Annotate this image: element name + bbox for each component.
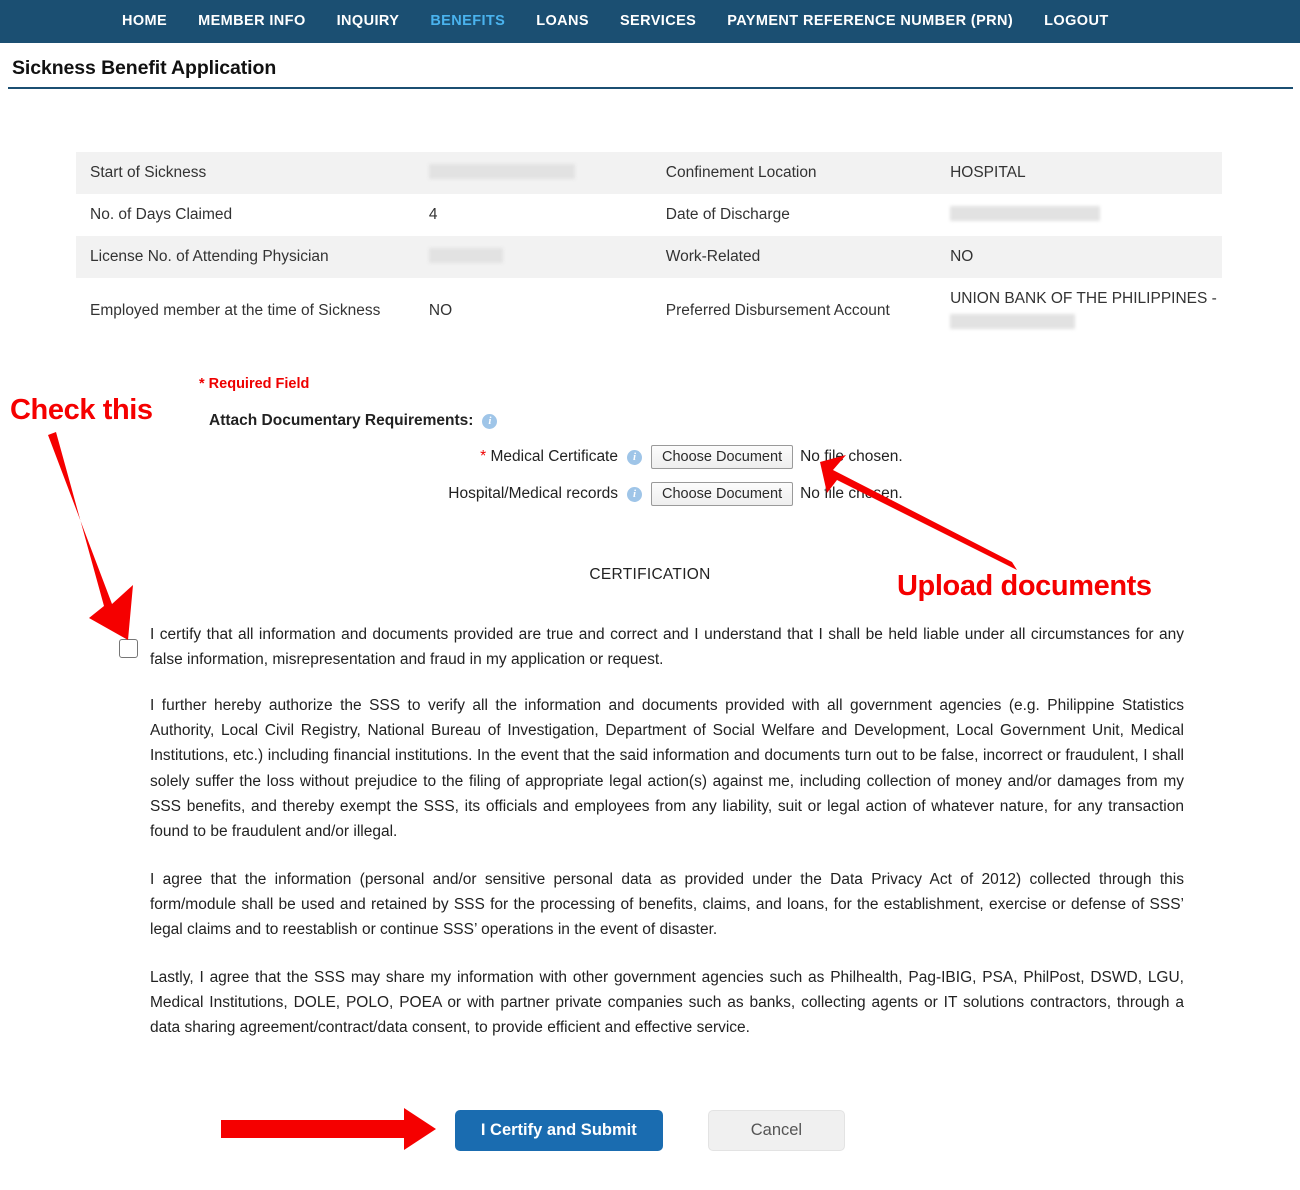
cell-value-confinement-location: HOSPITAL — [936, 152, 1222, 195]
certification-body: I certify that all information and docum… — [119, 622, 1184, 1064]
attachment-label-hospital-medical-records: Hospital/Medical records — [418, 485, 627, 503]
certification-checkbox[interactable] — [119, 639, 138, 658]
info-icon[interactable]: i — [627, 486, 642, 502]
top-navigation-bar: HOME MEMBER INFO INQUIRY BENEFITS LOANS … — [0, 0, 1300, 43]
cell-label-preferred-disbursement-account: Preferred Disbursement Account — [665, 302, 890, 320]
arrow-upload-documents — [820, 455, 1017, 570]
choose-document-button-medical-certificate[interactable]: Choose Document — [651, 445, 794, 469]
attachment-label-medical-certificate: * Medical Certificate — [418, 448, 627, 466]
cell-value-date-of-discharge — [936, 194, 1222, 236]
table-row: Start of Sickness Confinement Location H… — [76, 152, 1222, 195]
page-header: Sickness Benefit Application — [0, 43, 1300, 89]
cell-value-work-related: NO — [936, 236, 1222, 279]
cell-label-work-related: Work-Related — [651, 236, 937, 279]
disbursement-account-text: UNION BANK OF THE PHILIPPINES - — [950, 290, 1217, 308]
certification-paragraph-2: I further hereby authorize the SSS to ve… — [150, 697, 1184, 840]
certification-heading: CERTIFICATION — [589, 566, 711, 583]
cell-value-preferred-disbursement-account: UNION BANK OF THE PHILIPPINES - — [936, 278, 1222, 344]
cell-label-license-no: License No. of Attending Physician — [76, 236, 415, 279]
certification-paragraph-4: Lastly, I agree that the SSS may share m… — [150, 969, 1184, 1037]
certify-and-submit-button[interactable]: I Certify and Submit — [454, 1110, 663, 1151]
cell-label-start-of-sickness: Start of Sickness — [76, 152, 415, 195]
attachment-name: Medical Certificate — [490, 448, 619, 465]
cell-value-days-claimed: 4 — [428, 206, 438, 224]
application-summary-table: Start of Sickness Confinement Location H… — [76, 152, 1222, 344]
page-title: Sickness Benefit Application — [12, 57, 277, 79]
required-asterisk: * — [480, 448, 487, 465]
nav-item-loans[interactable]: LOANS — [536, 0, 589, 43]
certification-paragraph-3: I agree that the information (personal a… — [150, 870, 1184, 939]
required-field-note: * Required Field — [199, 376, 310, 392]
redacted-value — [428, 164, 575, 179]
nav-item-logout[interactable]: LOGOUT — [1044, 0, 1108, 43]
annotation-check-this: Check this — [10, 394, 153, 426]
redacted-value — [428, 248, 503, 264]
attachment-row-hospital-medical-records: Hospital/Medical records i Choose Docume… — [418, 482, 903, 506]
nav-item-home[interactable]: HOME — [122, 0, 167, 43]
nav-item-payment-reference-number[interactable]: PAYMENT REFERENCE NUMBER (PRN) — [727, 0, 1013, 43]
attachment-name: Hospital/Medical records — [448, 485, 618, 502]
attach-label-text: Attach Documentary Requirements: — [209, 412, 474, 429]
table-row: Employed member at the time of Sickness … — [76, 278, 1222, 344]
nav-item-services[interactable]: SERVICES — [620, 0, 696, 43]
certification-paragraph-1: I certify that all information and docum… — [150, 626, 1184, 669]
info-icon[interactable]: i — [627, 449, 642, 465]
cancel-button[interactable]: Cancel — [707, 1110, 846, 1151]
arrow-check-this — [48, 432, 133, 640]
title-divider — [8, 87, 1293, 89]
cell-value-employed-member: NO — [428, 302, 453, 320]
choose-document-button-hospital-medical-records[interactable]: Choose Document — [651, 482, 794, 506]
certification-checkbox-row: I certify that all information and docum… — [119, 622, 1184, 693]
attach-documentary-requirements-label: Attach Documentary Requirements: i — [209, 412, 498, 430]
attachment-row-medical-certificate: * Medical Certificate i Choose Document … — [418, 445, 903, 469]
cell-value-start-of-sickness — [414, 152, 652, 195]
cell-label-days-claimed: No. of Days Claimed — [90, 206, 233, 224]
table-row: No. of Days Claimed 4 Date of Discharge — [76, 194, 1222, 236]
redacted-value — [950, 206, 1101, 222]
cell-label-date-of-discharge: Date of Discharge — [665, 206, 790, 224]
info-icon[interactable]: i — [482, 413, 498, 429]
cell-value-license-no — [414, 236, 652, 279]
nav-item-inquiry[interactable]: INQUIRY — [337, 0, 400, 43]
file-status-medical-certificate: No file chosen. — [800, 448, 903, 465]
file-status-hospital-medical-records: No file chosen. — [800, 485, 903, 502]
nav-item-benefits[interactable]: BENEFITS — [430, 0, 505, 43]
cell-label-employed-member: Employed member at the time of Sickness — [90, 302, 381, 320]
cell-label-confinement-location: Confinement Location — [651, 152, 937, 195]
redacted-value — [950, 314, 1076, 330]
action-button-row: I Certify and Submit Cancel — [0, 1110, 1300, 1151]
table-row: License No. of Attending Physician Work-… — [76, 236, 1222, 279]
nav-item-member-info[interactable]: MEMBER INFO — [198, 0, 306, 43]
